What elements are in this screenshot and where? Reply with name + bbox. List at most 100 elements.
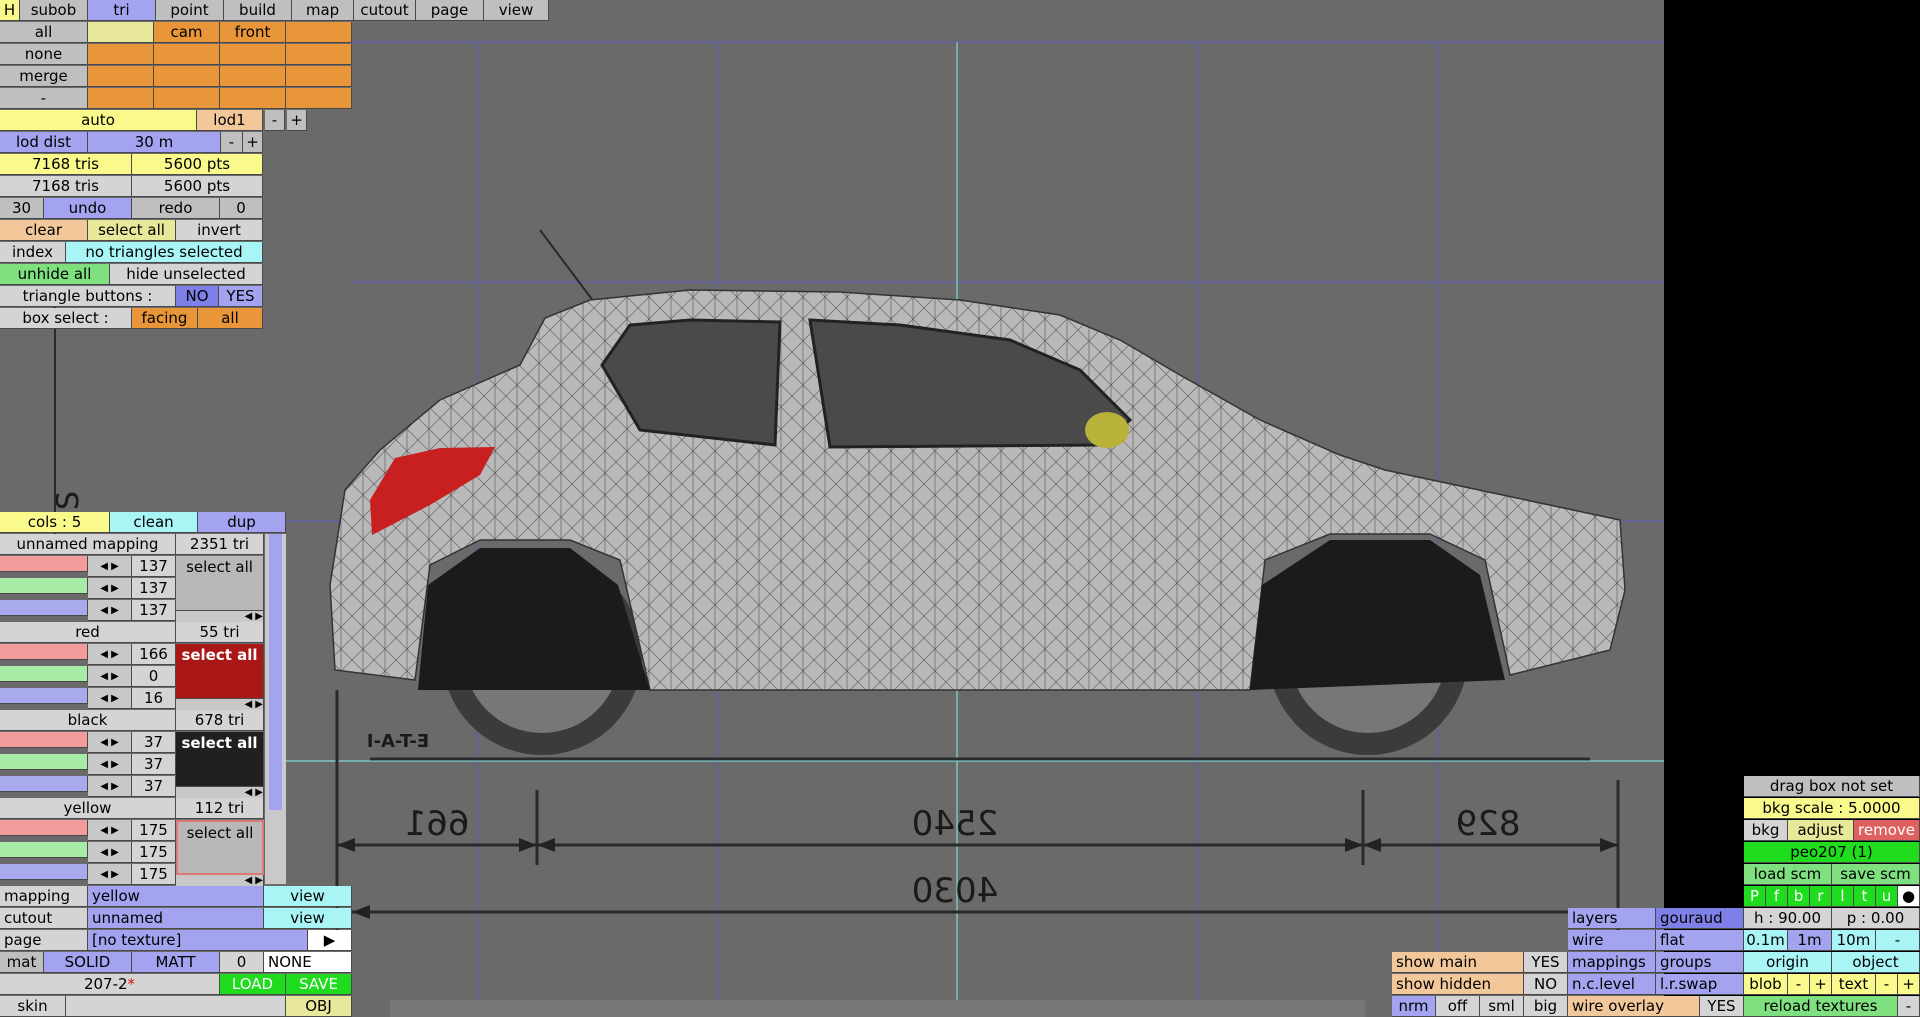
lod-plus-button[interactable]: + <box>287 110 307 131</box>
mat-solid-button[interactable]: SOLID <box>44 952 132 973</box>
tab-point[interactable]: point <box>156 0 224 21</box>
channel-step-arrows-icon[interactable]: ◀ ▶ <box>88 776 132 797</box>
merge-button[interactable]: merge <box>0 66 88 87</box>
cutout-value[interactable]: unnamed <box>88 908 264 929</box>
clear-button[interactable]: clear <box>0 220 88 241</box>
mapping-select-all-button[interactable]: select all <box>176 644 264 699</box>
cols-button[interactable]: cols : 5 <box>0 512 110 533</box>
hide-unselected-button[interactable]: hide unselected <box>110 264 263 285</box>
channel-value[interactable]: 16 <box>132 688 176 709</box>
color-channel-slider[interactable] <box>0 688 88 704</box>
mapping-scrollbar[interactable] <box>265 534 286 884</box>
sel-cell[interactable] <box>88 88 154 109</box>
reload-minus[interactable]: - <box>1898 996 1920 1017</box>
heading-value[interactable]: h : 90.00 <box>1744 908 1832 929</box>
channel-value[interactable]: 166 <box>132 644 176 665</box>
mapping-scroll-thumb[interactable] <box>269 534 282 810</box>
horizontal-scrollbar[interactable] <box>390 1000 1365 1017</box>
text-minus[interactable]: - <box>1876 974 1898 995</box>
view-button-4[interactable]: l <box>1832 886 1854 907</box>
color-channel-slider[interactable] <box>0 578 88 594</box>
sel-cell[interactable] <box>220 88 286 109</box>
invert-button[interactable]: invert <box>176 220 263 241</box>
gouraud-button[interactable]: gouraud <box>1656 908 1744 929</box>
color-channel-slider[interactable] <box>0 754 88 770</box>
color-channel-slider[interactable] <box>0 644 88 660</box>
lr-swap-button[interactable]: l.r.swap <box>1656 974 1744 995</box>
box-select-all[interactable]: all <box>198 308 263 329</box>
minus-button[interactable]: - <box>0 88 88 109</box>
obj-button[interactable]: OBJ <box>286 996 352 1017</box>
save-button[interactable]: SAVE <box>286 974 352 995</box>
triangle-buttons-no[interactable]: NO <box>176 286 219 307</box>
adjust-button[interactable]: adjust <box>1788 820 1854 841</box>
nrm-button[interactable]: nrm <box>1392 996 1436 1017</box>
lod-auto-button[interactable]: auto <box>0 110 197 131</box>
page-value[interactable]: [no texture] <box>88 930 308 951</box>
tab-cutout[interactable]: cutout <box>354 0 416 21</box>
unhide-all-button[interactable]: unhide all <box>0 264 110 285</box>
text-button[interactable]: text <box>1832 974 1876 995</box>
mapping-view-button[interactable]: view <box>264 886 352 907</box>
sel-cell[interactable] <box>286 22 352 43</box>
sel-cell[interactable] <box>154 66 220 87</box>
sel-cell[interactable] <box>220 66 286 87</box>
mat-matt-button[interactable]: MATT <box>132 952 220 973</box>
view-button-0[interactable]: P <box>1744 886 1766 907</box>
dup-button[interactable]: dup <box>198 512 286 533</box>
save-scm-button[interactable]: save scm <box>1832 864 1920 885</box>
mapping-select-all-button[interactable]: select all <box>176 732 264 787</box>
channel-step-arrows-icon[interactable]: ◀ ▶ <box>88 864 132 885</box>
sml-button[interactable]: sml <box>1480 996 1524 1017</box>
sel-cell[interactable] <box>286 66 352 87</box>
mapping-select-all-button[interactable]: select all <box>176 820 264 875</box>
color-channel-slider[interactable] <box>0 556 88 572</box>
lod1-button[interactable]: lod1 <box>197 110 263 131</box>
mat-num[interactable]: 0 <box>220 952 264 973</box>
mapping-name[interactable]: red <box>0 622 176 643</box>
channel-step-arrows-icon[interactable]: ◀ ▶ <box>88 732 132 753</box>
cam-button[interactable]: cam <box>154 22 220 43</box>
off-button[interactable]: off <box>1436 996 1480 1017</box>
load-button[interactable]: LOAD <box>220 974 286 995</box>
mapping-select-all-button[interactable]: select all <box>176 556 264 611</box>
sel-cell[interactable] <box>220 44 286 65</box>
view-button-5[interactable]: t <box>1854 886 1876 907</box>
origin-button[interactable]: origin <box>1744 952 1832 973</box>
view-button-1[interactable]: f <box>1766 886 1788 907</box>
tab-tri[interactable]: tri <box>88 0 156 21</box>
remove-button[interactable]: remove <box>1854 820 1920 841</box>
blob-minus[interactable]: - <box>1788 974 1810 995</box>
groups-button[interactable]: groups <box>1656 952 1744 973</box>
undo-button[interactable]: undo <box>44 198 132 219</box>
select-all-tris-button[interactable]: select all <box>88 220 176 241</box>
select-all-button[interactable]: all <box>0 22 88 43</box>
tab-build[interactable]: build <box>224 0 292 21</box>
box-select-facing[interactable]: facing <box>132 308 198 329</box>
channel-value[interactable]: 137 <box>132 600 176 621</box>
channel-value[interactable]: 0 <box>132 666 176 687</box>
view-button-7[interactable]: ● <box>1898 886 1920 907</box>
blob-plus[interactable]: + <box>1810 974 1832 995</box>
mapping-name[interactable]: yellow <box>0 798 176 819</box>
flat-button[interactable]: flat <box>1656 930 1744 951</box>
lod-dist-minus[interactable]: - <box>221 132 243 153</box>
snap-01m-button[interactable]: 0.1m <box>1744 930 1788 951</box>
bkg-button[interactable]: bkg <box>1744 820 1788 841</box>
channel-value[interactable]: 175 <box>132 842 176 863</box>
skin-value[interactable] <box>66 996 286 1017</box>
redo-button[interactable]: redo <box>132 198 220 219</box>
channel-value[interactable]: 37 <box>132 754 176 775</box>
snap-1m-button[interactable]: 1m <box>1788 930 1832 951</box>
lod-dist-value[interactable]: 30 m <box>88 132 221 153</box>
channel-value[interactable]: 137 <box>132 556 176 577</box>
page-next-arrow-icon[interactable]: ▶ <box>308 930 352 951</box>
lod-minus-button[interactable]: - <box>265 110 285 131</box>
cutout-view-button[interactable]: view <box>264 908 352 929</box>
object-button[interactable]: object <box>1832 952 1920 973</box>
color-channel-slider[interactable] <box>0 732 88 748</box>
channel-step-arrows-icon[interactable]: ◀ ▶ <box>88 556 132 577</box>
bkg-scale[interactable]: bkg scale : 5.0000 <box>1744 798 1920 819</box>
channel-step-arrows-icon[interactable]: ◀ ▶ <box>88 578 132 599</box>
channel-step-arrows-icon[interactable]: ◀ ▶ <box>88 842 132 863</box>
